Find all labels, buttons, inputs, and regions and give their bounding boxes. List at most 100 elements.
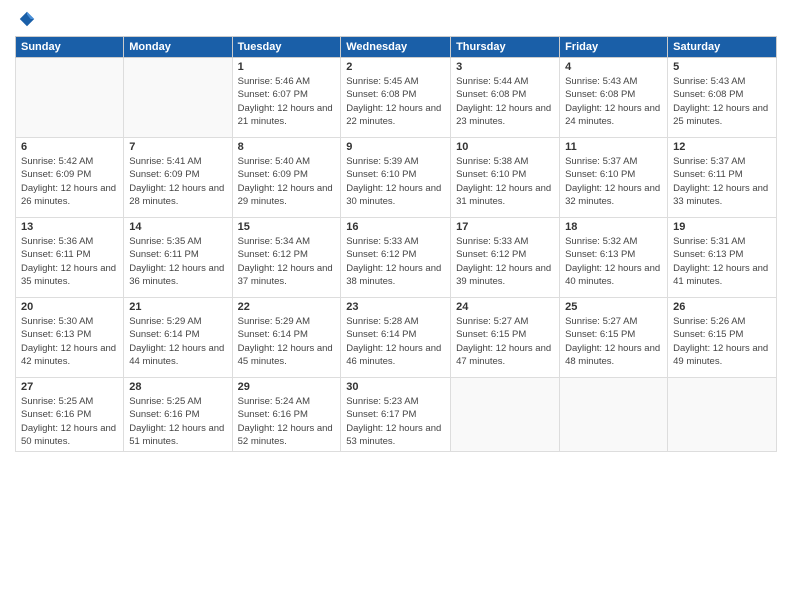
calendar-day-header: Friday — [560, 37, 668, 58]
day-info: Sunrise: 5:23 AMSunset: 6:17 PMDaylight:… — [346, 395, 445, 448]
day-info: Sunrise: 5:33 AMSunset: 6:12 PMDaylight:… — [456, 235, 554, 288]
calendar-day-cell: 19Sunrise: 5:31 AMSunset: 6:13 PMDayligh… — [668, 218, 777, 298]
day-number: 29 — [238, 381, 336, 393]
day-info: Sunrise: 5:41 AMSunset: 6:09 PMDaylight:… — [129, 155, 226, 208]
day-number: 14 — [129, 221, 226, 233]
calendar-day-cell: 23 Sunrise: 5:28 AMSunset: 6:14 PMDayligh… — [341, 298, 451, 378]
day-info: Sunrise: 5:36 AMSunset: 6:11 PMDaylight:… — [21, 235, 118, 288]
day-number: 19 — [673, 221, 771, 233]
day-number: 22 — [238, 301, 336, 313]
day-info: Sunrise: 5:45 AMSunset: 6:08 PMDaylight:… — [346, 75, 445, 128]
day-info: Sunrise: 5:43 AMSunset: 6:08 PMDaylight:… — [673, 75, 771, 128]
day-number: 26 — [673, 301, 771, 313]
calendar-day-cell: 16 Sunrise: 5:33 AMSunset: 6:12 PMDayligh… — [341, 218, 451, 298]
day-info: Sunrise: 5:32 AMSunset: 6:13 PMDaylight:… — [565, 235, 662, 288]
day-number: 20 — [21, 301, 118, 313]
day-info: Sunrise: 5:27 AMSunset: 6:15 PMDaylight:… — [456, 315, 554, 368]
calendar-week-row: 13 Sunrise: 5:36 AMSunset: 6:11 PMDayligh… — [16, 218, 777, 298]
calendar-day-header: Wednesday — [341, 37, 451, 58]
calendar-day-cell: 24 Sunrise: 5:27 AMSunset: 6:15 PMDayligh… — [451, 298, 560, 378]
calendar-day-cell: 15 Sunrise: 5:34 AMSunset: 6:12 PMDayligh… — [232, 218, 341, 298]
day-info: Sunrise: 5:25 AMSunset: 6:16 PMDaylight:… — [129, 395, 226, 448]
day-number: 9 — [346, 141, 445, 153]
header — [15, 10, 777, 28]
calendar-day-cell: 5 Sunrise: 5:43 AMSunset: 6:08 PMDaylight… — [668, 58, 777, 138]
calendar-day-cell: 11Sunrise: 5:37 AMSunset: 6:10 PMDayligh… — [560, 138, 668, 218]
day-info: Sunrise: 5:26 AMSunset: 6:15 PMDaylight:… — [673, 315, 771, 368]
day-number: 24 — [456, 301, 554, 313]
day-number: 3 — [456, 61, 554, 73]
day-number: 10 — [456, 141, 554, 153]
day-info: Sunrise: 5:39 AMSunset: 6:10 PMDaylight:… — [346, 155, 445, 208]
calendar-day-cell: 27Sunrise: 5:25 AMSunset: 6:16 PMDayligh… — [16, 378, 124, 452]
day-info: Sunrise: 5:28 AMSunset: 6:14 PMDaylight:… — [346, 315, 445, 368]
calendar-day-cell: 8Sunrise: 5:40 AMSunset: 6:09 PMDaylight… — [232, 138, 341, 218]
calendar-day-header: Saturday — [668, 37, 777, 58]
calendar-day-cell: 25 Sunrise: 5:27 AMSunset: 6:15 PMDayligh… — [560, 298, 668, 378]
day-number: 15 — [238, 221, 336, 233]
calendar-day-cell — [451, 378, 560, 452]
calendar-day-cell: 14Sunrise: 5:35 AMSunset: 6:11 PMDayligh… — [124, 218, 232, 298]
calendar-day-cell: 18 Sunrise: 5:32 AMSunset: 6:13 PMDayligh… — [560, 218, 668, 298]
calendar-day-cell: 9 Sunrise: 5:39 AMSunset: 6:10 PMDaylight… — [341, 138, 451, 218]
calendar-body: 1 Sunrise: 5:46 AMSunset: 6:07 PMDaylight… — [16, 58, 777, 452]
calendar-week-row: 27Sunrise: 5:25 AMSunset: 6:16 PMDayligh… — [16, 378, 777, 452]
logo-icon — [18, 10, 36, 28]
calendar-day-cell — [16, 58, 124, 138]
day-number: 16 — [346, 221, 445, 233]
day-info: Sunrise: 5:34 AMSunset: 6:12 PMDaylight:… — [238, 235, 336, 288]
day-info: Sunrise: 5:27 AMSunset: 6:15 PMDaylight:… — [565, 315, 662, 368]
day-number: 2 — [346, 61, 445, 73]
page: SundayMondayTuesdayWednesdayThursdayFrid… — [0, 0, 792, 612]
calendar-day-cell: 1 Sunrise: 5:46 AMSunset: 6:07 PMDaylight… — [232, 58, 341, 138]
day-info: Sunrise: 5:46 AMSunset: 6:07 PMDaylight:… — [238, 75, 336, 128]
calendar-day-cell: 10 Sunrise: 5:38 AMSunset: 6:10 PMDayligh… — [451, 138, 560, 218]
calendar-day-cell: 6Sunrise: 5:42 AMSunset: 6:09 PMDaylight… — [16, 138, 124, 218]
calendar-day-cell: 3 Sunrise: 5:44 AMSunset: 6:08 PMDaylight… — [451, 58, 560, 138]
day-info: Sunrise: 5:43 AMSunset: 6:08 PMDaylight:… — [565, 75, 662, 128]
calendar-day-cell: 26 Sunrise: 5:26 AMSunset: 6:15 PMDayligh… — [668, 298, 777, 378]
calendar-day-cell: 20Sunrise: 5:30 AMSunset: 6:13 PMDayligh… — [16, 298, 124, 378]
day-number: 25 — [565, 301, 662, 313]
day-number: 21 — [129, 301, 226, 313]
day-number: 1 — [238, 61, 336, 73]
calendar-day-header: Tuesday — [232, 37, 341, 58]
day-info: Sunrise: 5:40 AMSunset: 6:09 PMDaylight:… — [238, 155, 336, 208]
calendar-week-row: 20Sunrise: 5:30 AMSunset: 6:13 PMDayligh… — [16, 298, 777, 378]
day-info: Sunrise: 5:29 AMSunset: 6:14 PMDaylight:… — [129, 315, 226, 368]
calendar-table: SundayMondayTuesdayWednesdayThursdayFrid… — [15, 36, 777, 452]
day-number: 30 — [346, 381, 445, 393]
day-number: 13 — [21, 221, 118, 233]
day-number: 5 — [673, 61, 771, 73]
day-info: Sunrise: 5:25 AMSunset: 6:16 PMDaylight:… — [21, 395, 118, 448]
day-info: Sunrise: 5:24 AMSunset: 6:16 PMDaylight:… — [238, 395, 336, 448]
calendar-day-cell: 13 Sunrise: 5:36 AMSunset: 6:11 PMDayligh… — [16, 218, 124, 298]
calendar-day-cell: 7 Sunrise: 5:41 AMSunset: 6:09 PMDaylight… — [124, 138, 232, 218]
day-number: 11 — [565, 141, 662, 153]
day-number: 18 — [565, 221, 662, 233]
day-number: 7 — [129, 141, 226, 153]
day-info: Sunrise: 5:38 AMSunset: 6:10 PMDaylight:… — [456, 155, 554, 208]
day-number: 23 — [346, 301, 445, 313]
day-number: 28 — [129, 381, 226, 393]
day-info: Sunrise: 5:37 AMSunset: 6:11 PMDaylight:… — [673, 155, 771, 208]
calendar-day-cell: 22 Sunrise: 5:29 AMSunset: 6:14 PMDayligh… — [232, 298, 341, 378]
day-number: 17 — [456, 221, 554, 233]
calendar-day-cell: 28 Sunrise: 5:25 AMSunset: 6:16 PMDayligh… — [124, 378, 232, 452]
calendar-day-cell: 21 Sunrise: 5:29 AMSunset: 6:14 PMDayligh… — [124, 298, 232, 378]
calendar-day-cell: 2 Sunrise: 5:45 AMSunset: 6:08 PMDaylight… — [341, 58, 451, 138]
calendar-day-cell — [560, 378, 668, 452]
calendar-day-cell: 29 Sunrise: 5:24 AMSunset: 6:16 PMDayligh… — [232, 378, 341, 452]
day-info: Sunrise: 5:44 AMSunset: 6:08 PMDaylight:… — [456, 75, 554, 128]
day-info: Sunrise: 5:33 AMSunset: 6:12 PMDaylight:… — [346, 235, 445, 288]
calendar-day-cell: 4 Sunrise: 5:43 AMSunset: 6:08 PMDaylight… — [560, 58, 668, 138]
calendar-day-cell: 12Sunrise: 5:37 AMSunset: 6:11 PMDayligh… — [668, 138, 777, 218]
calendar-day-cell — [668, 378, 777, 452]
calendar-day-header: Thursday — [451, 37, 560, 58]
calendar-day-cell: 17 Sunrise: 5:33 AMSunset: 6:12 PMDayligh… — [451, 218, 560, 298]
calendar-day-cell: 30 Sunrise: 5:23 AMSunset: 6:17 PMDayligh… — [341, 378, 451, 452]
calendar-day-header: Sunday — [16, 37, 124, 58]
day-info: Sunrise: 5:29 AMSunset: 6:14 PMDaylight:… — [238, 315, 336, 368]
calendar-day-header: Monday — [124, 37, 232, 58]
day-number: 4 — [565, 61, 662, 73]
